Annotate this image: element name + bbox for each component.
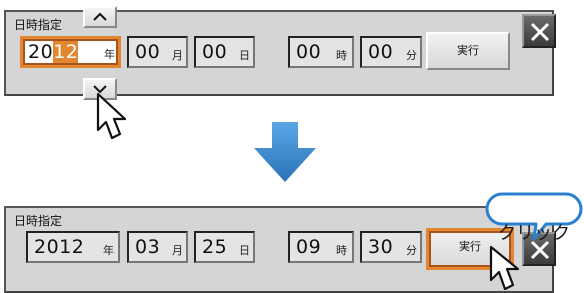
minute-field[interactable]: 00 分 bbox=[360, 36, 422, 68]
year-unit: 年 bbox=[103, 244, 114, 257]
year-highlight-digits: 12 bbox=[53, 41, 79, 63]
close-button[interactable] bbox=[522, 14, 556, 48]
day-unit: 日 bbox=[239, 244, 250, 257]
month-field[interactable]: 00 月 bbox=[127, 36, 188, 68]
hour-field[interactable]: 09 時 bbox=[288, 231, 354, 263]
hour-unit: 時 bbox=[336, 49, 347, 62]
minute-unit: 分 bbox=[406, 244, 417, 257]
day-value: 00 bbox=[202, 41, 228, 63]
year-prefix: 20 bbox=[28, 41, 54, 63]
hour-unit: 時 bbox=[336, 244, 347, 257]
month-unit: 月 bbox=[172, 49, 183, 62]
down-arrow-icon bbox=[254, 122, 316, 182]
execute-button[interactable]: 実行 bbox=[426, 32, 510, 70]
panel-title: 日時指定 bbox=[14, 18, 63, 32]
day-value: 25 bbox=[202, 236, 228, 258]
pointer-cursor-icon bbox=[96, 92, 127, 140]
hour-value: 09 bbox=[296, 236, 322, 258]
day-field[interactable]: 25 日 bbox=[194, 231, 255, 263]
day-unit: 日 bbox=[239, 49, 250, 62]
year-value: 2012 bbox=[34, 236, 85, 258]
month-field[interactable]: 03 月 bbox=[127, 231, 188, 263]
close-icon bbox=[530, 22, 550, 42]
minute-value: 00 bbox=[368, 41, 394, 63]
month-unit: 月 bbox=[172, 244, 183, 257]
year-field[interactable]: 2012 年 bbox=[26, 231, 120, 263]
hour-value: 00 bbox=[296, 41, 322, 63]
click-callout-text: クリック bbox=[498, 223, 570, 244]
month-value: 00 bbox=[135, 41, 161, 63]
chevron-up-icon bbox=[93, 12, 107, 21]
panel-title: 日時指定 bbox=[14, 214, 63, 228]
minute-field[interactable]: 30 分 bbox=[360, 231, 422, 263]
day-field[interactable]: 00 日 bbox=[194, 36, 255, 68]
hour-field[interactable]: 00 時 bbox=[288, 36, 354, 68]
pointer-cursor-icon bbox=[489, 245, 520, 291]
increment-button[interactable] bbox=[83, 6, 117, 28]
year-unit: 年 bbox=[104, 48, 115, 61]
year-field[interactable]: 2012 年 bbox=[20, 36, 121, 68]
minute-value: 30 bbox=[368, 236, 394, 258]
month-value: 03 bbox=[135, 236, 161, 258]
minute-unit: 分 bbox=[406, 49, 417, 62]
